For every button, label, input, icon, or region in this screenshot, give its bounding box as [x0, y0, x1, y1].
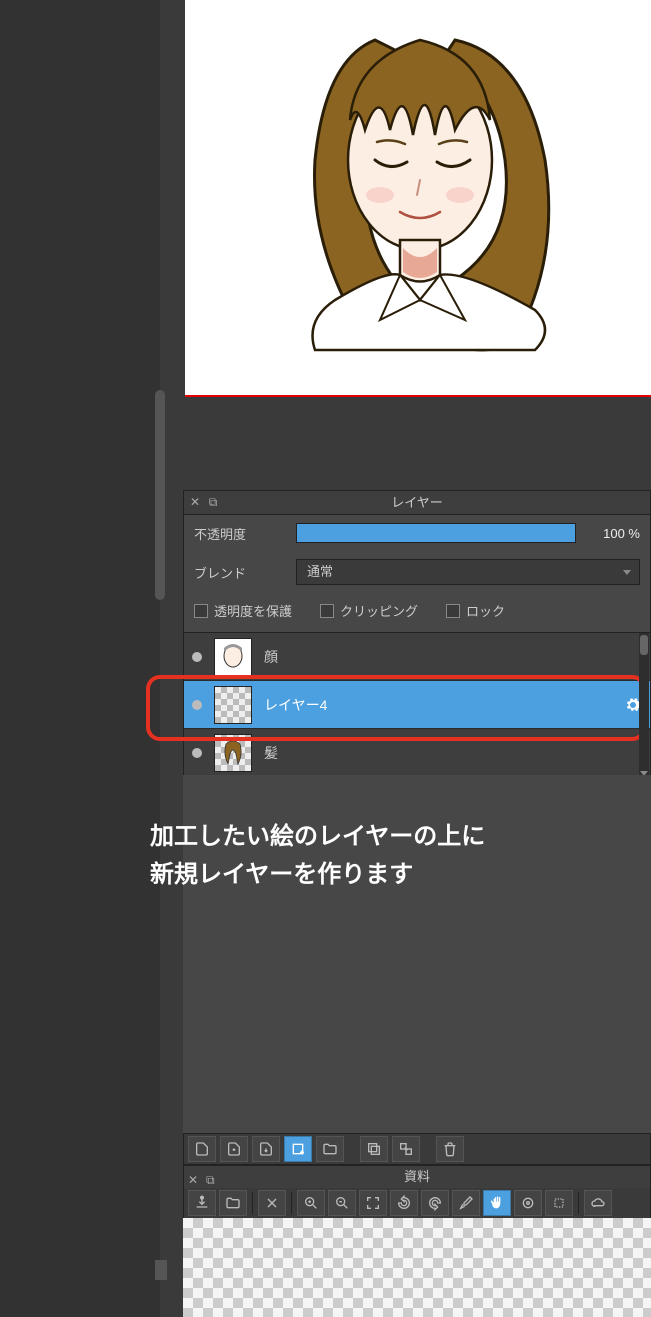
opacity-label: 不透明度 [194, 524, 284, 543]
opacity-slider[interactable] [296, 523, 576, 543]
rotate-left-button[interactable] [390, 1190, 418, 1216]
cloud-button[interactable] [584, 1190, 612, 1216]
hand-tool-button[interactable] [483, 1190, 511, 1216]
layer-name: 髪 [264, 743, 642, 763]
duplicate-layer-button[interactable] [360, 1136, 388, 1162]
new-layer-special-button[interactable] [284, 1136, 312, 1162]
visibility-toggle[interactable] [192, 748, 202, 758]
clipping-checkbox[interactable]: クリッピング [320, 601, 418, 620]
left-resize-handle[interactable] [155, 1260, 167, 1280]
crop-button[interactable] [545, 1190, 573, 1216]
rotate-right-button[interactable] [421, 1190, 449, 1216]
layer-thumbnail [214, 686, 252, 724]
layer-item-face[interactable]: 顔 [184, 633, 650, 681]
delete-layer-button[interactable] [436, 1136, 464, 1162]
blend-value: 通常 [307, 564, 333, 579]
left-scrollbar[interactable] [155, 390, 165, 600]
new-layer-arrow-button[interactable] [252, 1136, 280, 1162]
scrollbar-thumb[interactable] [640, 635, 648, 655]
resource-panel-title: ✕ ⧉ 資料 [184, 1166, 650, 1188]
new-layer-plus-button[interactable] [220, 1136, 248, 1162]
new-folder-button[interactable] [316, 1136, 344, 1162]
layer-item-layer4[interactable]: レイヤー4 [184, 681, 650, 729]
layer-name: 顔 [264, 647, 642, 667]
checkbox-icon [320, 604, 334, 618]
new-layer-button[interactable] [188, 1136, 216, 1162]
eyedropper-button[interactable] [452, 1190, 480, 1216]
layer-options-row: 透明度を保護 クリッピング ロック [184, 593, 650, 632]
panel-title-text: レイヤー [391, 495, 443, 510]
merge-layer-button[interactable] [392, 1136, 420, 1162]
checkbox-icon [194, 604, 208, 618]
preserve-alpha-label: 透明度を保護 [214, 601, 292, 620]
opacity-value: 100 % [588, 526, 640, 541]
resource-panel: ✕ ⧉ 資料 [183, 1165, 651, 1219]
fit-button[interactable] [359, 1190, 387, 1216]
visibility-toggle[interactable] [192, 652, 202, 662]
layer-thumbnail [214, 734, 252, 772]
target-button[interactable] [514, 1190, 542, 1216]
checkbox-icon [446, 604, 460, 618]
zoom-out-button[interactable] [328, 1190, 356, 1216]
layer-list: 顔 レイヤー4 髪 [184, 632, 650, 780]
lock-checkbox[interactable]: ロック [446, 601, 505, 620]
canvas-guide-line [185, 395, 651, 397]
instruction-text: 加工したい絵のレイヤーの上に 新規レイヤーを作ります [150, 818, 630, 895]
panel-title-text: 資料 [404, 1169, 430, 1184]
close-icon[interactable]: ✕ [188, 495, 202, 509]
lock-label: ロック [466, 601, 505, 620]
open-folder-button[interactable] [219, 1190, 247, 1216]
layer-list-scrollbar[interactable] [639, 633, 649, 779]
layer-panel: ✕ ⧉ レイヤー 不透明度 100 % ブレンド 通常 透明度を保護 クリッピン… [183, 490, 651, 781]
popout-icon[interactable]: ⧉ [206, 495, 220, 509]
zoom-in-button[interactable] [297, 1190, 325, 1216]
visibility-toggle[interactable] [192, 700, 202, 710]
resource-toolbar [184, 1188, 650, 1218]
clear-button[interactable] [258, 1190, 286, 1216]
blend-label: ブレンド [194, 563, 284, 582]
clipping-label: クリッピング [340, 601, 418, 620]
download-button[interactable] [188, 1190, 216, 1216]
layer-toolbar [183, 1133, 651, 1165]
left-sidebar [0, 0, 160, 1317]
opacity-row: 不透明度 100 % [184, 515, 650, 551]
resource-preview-area[interactable] [183, 1218, 651, 1317]
layer-item-hair[interactable]: 髪 [184, 729, 650, 777]
canvas[interactable] [185, 0, 651, 395]
close-icon[interactable]: ✕ [188, 1169, 198, 1191]
blend-dropdown[interactable]: 通常 [296, 559, 640, 585]
preserve-alpha-checkbox[interactable]: 透明度を保護 [194, 601, 292, 620]
layer-panel-title: ✕ ⧉ レイヤー [184, 491, 650, 515]
layer-thumbnail [214, 638, 252, 676]
popout-icon[interactable]: ⧉ [206, 1169, 215, 1191]
blend-row: ブレンド 通常 [184, 551, 650, 593]
layer-name: レイヤー4 [264, 695, 612, 715]
